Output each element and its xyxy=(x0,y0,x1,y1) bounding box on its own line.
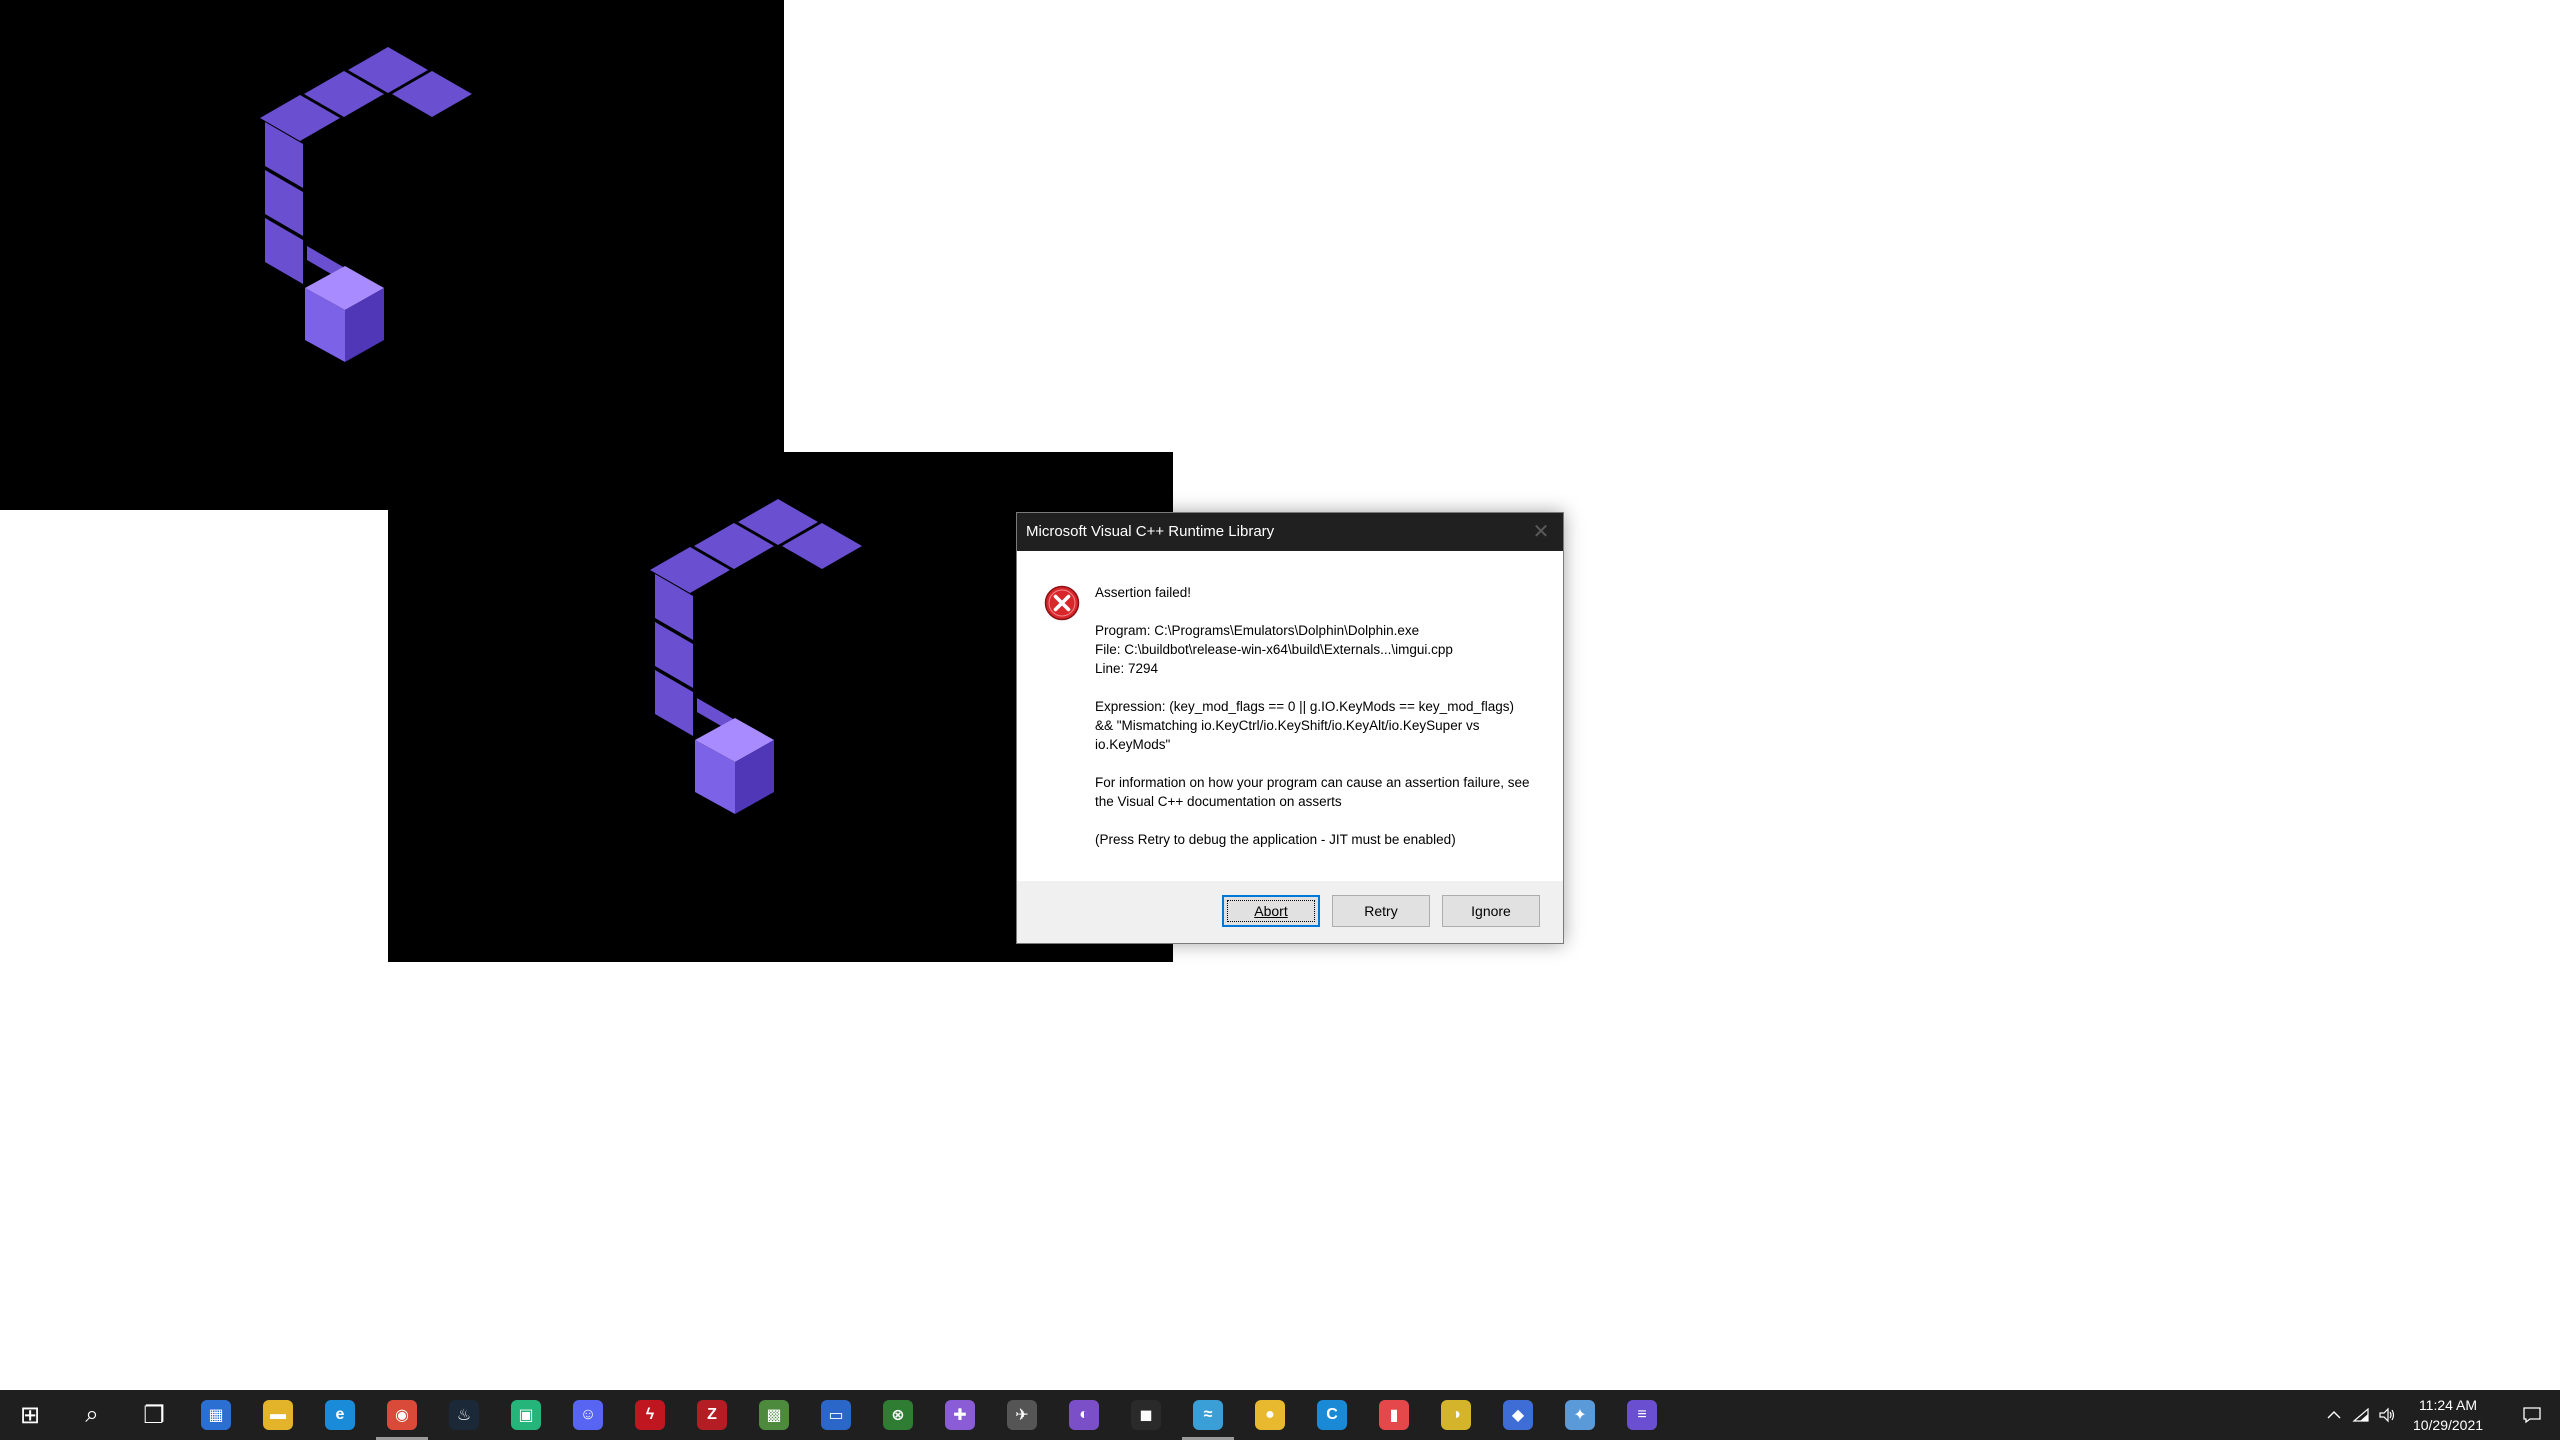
render-window-top[interactable] xyxy=(0,0,784,510)
taskbar-app-red-button[interactable]: ϟ xyxy=(620,1390,680,1440)
search-icon: ⌕ xyxy=(85,1401,99,1428)
taskbar-app-list-button[interactable]: ≡ xyxy=(1612,1390,1672,1440)
dialog-titlebar[interactable]: Microsoft Visual C++ Runtime Library ✕ xyxy=(1017,513,1563,551)
dialog-body: Assertion failed! Program: C:\Programs\E… xyxy=(1017,551,1563,883)
taskbar-gamepad-button[interactable]: ✚ xyxy=(930,1390,990,1440)
volume-icon[interactable] xyxy=(2374,1390,2400,1440)
assertion-location: Program: C:\Programs\Emulators\Dolphin\D… xyxy=(1095,621,1535,678)
taskbar-app-green-button[interactable]: ▣ xyxy=(496,1390,556,1440)
taskbar-file-explorer-button[interactable]: ▬ xyxy=(248,1390,308,1440)
app-board-icon: ▩ xyxy=(759,1400,789,1430)
discord-icon: ☺ xyxy=(573,1400,603,1430)
chrome-icon: ◉ xyxy=(387,1400,417,1430)
taskbar-yuzu-button[interactable]: ▮ xyxy=(1364,1390,1424,1440)
taskbar-app-yellow-button[interactable]: ◑ xyxy=(1426,1390,1486,1440)
app-red-icon: ϟ xyxy=(635,1400,665,1430)
taskbar-remote-desktop-button[interactable]: ▭ xyxy=(806,1390,866,1440)
steam-icon: ♨ xyxy=(449,1400,479,1430)
app-green-icon: ▣ xyxy=(511,1400,541,1430)
error-icon xyxy=(1044,585,1080,621)
clock-date: 10/29/2021 xyxy=(2412,1417,2484,1433)
abort-button[interactable]: Abort xyxy=(1222,895,1320,927)
clock[interactable]: 11:24 AM 10/29/2021 xyxy=(2398,1390,2498,1440)
clock-time: 11:24 AM xyxy=(2418,1397,2478,1413)
file-path: File: C:\buildbot\release-win-x64\build\… xyxy=(1095,642,1453,657)
taskbar-edge-button[interactable]: e xyxy=(310,1390,370,1440)
retry-label: Retry xyxy=(1364,903,1398,919)
microsoft-store-icon: ▦ xyxy=(201,1400,231,1430)
start-icon: ⊞ xyxy=(19,1401,41,1429)
app-list-icon: ≡ xyxy=(1627,1400,1657,1430)
taskbar-search-button[interactable]: ⌕ xyxy=(62,1390,122,1440)
taskbar-cpu-z-button[interactable]: Z xyxy=(682,1390,742,1440)
app-controller-icon: ✦ xyxy=(1565,1400,1595,1430)
dolphin-logo xyxy=(260,47,472,362)
yuzu-icon: ▮ xyxy=(1379,1400,1409,1430)
dolphin-icon: ≈ xyxy=(1193,1400,1223,1430)
taskbar-app-bird-button[interactable]: ✈ xyxy=(992,1390,1052,1440)
taskbar-app-coin-button[interactable]: ● xyxy=(1240,1390,1300,1440)
app-coin-icon: ● xyxy=(1255,1400,1285,1430)
taskbar-chrome-button[interactable]: ◉ xyxy=(372,1390,432,1440)
assertion-heading: Assertion failed! xyxy=(1095,585,1192,600)
assertion-hint: (Press Retry to debug the application - … xyxy=(1095,832,1456,847)
task-view-icon: ❐ xyxy=(143,1401,165,1429)
program-path: Program: C:\Programs\Emulators\Dolphin\D… xyxy=(1095,623,1420,638)
taskbar-discord-button[interactable]: ☺ xyxy=(558,1390,618,1440)
app-bird-icon: ✈ xyxy=(1007,1400,1037,1430)
assertion-expression: Expression: (key_mod_flags == 0 || g.IO.… xyxy=(1095,699,1514,752)
dialog-message: Assertion failed! Program: C:\Programs\E… xyxy=(1095,583,1535,849)
xbox-icon: ⊗ xyxy=(883,1400,913,1430)
close-icon[interactable]: ✕ xyxy=(1529,513,1553,551)
taskbar-xbox-button[interactable]: ⊗ xyxy=(868,1390,928,1440)
assertion-info: For information on how your program can … xyxy=(1095,775,1530,809)
taskbar: ⊞ ⌕ ❐ ▦ ▬ e ◉ ♨ ▣ ☺ ϟ Z ▩ ▭ ⊗ ✚ ✈ ◐ ◼ ≈ ● C ▮ ◑ ◆ ✦ ≡ 11:24 AM 10/… xyxy=(0,1390,2560,1440)
wifi-icon[interactable] xyxy=(2348,1390,2374,1440)
app-purple-icon: ◐ xyxy=(1069,1400,1099,1430)
line-number: Line: 7294 xyxy=(1095,661,1159,676)
taskbar-app-c-button[interactable]: C xyxy=(1302,1390,1362,1440)
taskbar-app-board-button[interactable]: ▩ xyxy=(744,1390,804,1440)
ignore-button[interactable]: Ignore xyxy=(1442,895,1540,927)
edge-icon: e xyxy=(325,1400,355,1430)
app-diamond-icon: ◆ xyxy=(1503,1400,1533,1430)
dialog-title: Microsoft Visual C++ Runtime Library xyxy=(1026,523,1275,540)
ignore-label: Ignore xyxy=(1471,903,1511,919)
taskbar-microsoft-store-button[interactable]: ▦ xyxy=(186,1390,246,1440)
app-yellow-icon: ◑ xyxy=(1441,1400,1471,1430)
taskbar-app-purple-button[interactable]: ◐ xyxy=(1054,1390,1114,1440)
assertion-dialog: Microsoft Visual C++ Runtime Library ✕ A… xyxy=(1016,512,1564,944)
remote-desktop-icon: ▭ xyxy=(821,1400,851,1430)
chevron-up-icon[interactable] xyxy=(2320,1390,2348,1440)
notification-icon[interactable] xyxy=(2512,1390,2552,1440)
file-explorer-icon: ▬ xyxy=(263,1400,293,1430)
app-dark-icon: ◼ xyxy=(1131,1400,1161,1430)
app-c-icon: C xyxy=(1317,1400,1347,1430)
taskbar-dolphin-button[interactable]: ≈ xyxy=(1178,1390,1238,1440)
retry-button[interactable]: Retry xyxy=(1332,895,1430,927)
taskbar-app-diamond-button[interactable]: ◆ xyxy=(1488,1390,1548,1440)
focus-rect xyxy=(1227,900,1315,922)
taskbar-task-view-button[interactable]: ❐ xyxy=(124,1390,184,1440)
taskbar-steam-button[interactable]: ♨ xyxy=(434,1390,494,1440)
dolphin-logo xyxy=(650,499,862,814)
dialog-button-bar: Abort Retry Ignore xyxy=(1017,881,1563,943)
taskbar-app-controller-button[interactable]: ✦ xyxy=(1550,1390,1610,1440)
taskbar-app-dark-button[interactable]: ◼ xyxy=(1116,1390,1176,1440)
cpu-z-icon: Z xyxy=(697,1400,727,1430)
gamepad-icon: ✚ xyxy=(945,1400,975,1430)
taskbar-start-button[interactable]: ⊞ xyxy=(0,1390,60,1440)
